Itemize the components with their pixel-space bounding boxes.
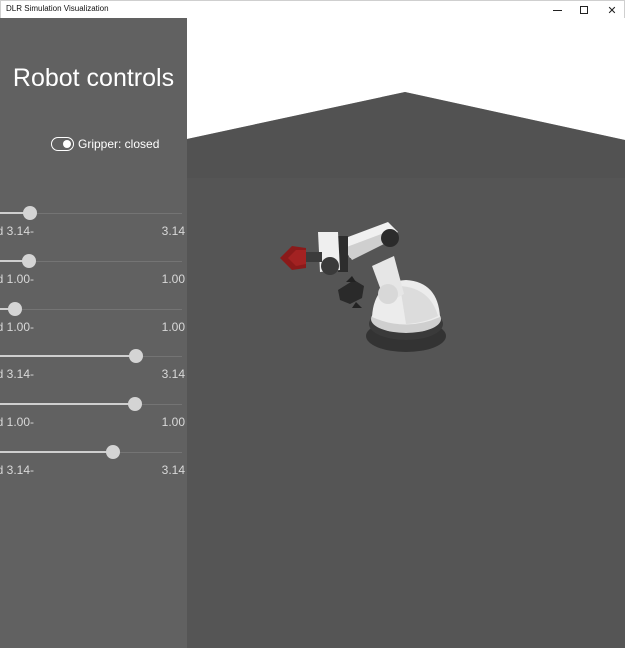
slider-thumb[interactable] [106,445,120,459]
panel-title: Robot controls [12,64,175,92]
slider-thumb[interactable] [129,349,143,363]
slider-min-label: -1.00 rad [0,272,34,286]
slider-joint-1[interactable]: -3.14 rad 3.14 [0,206,187,246]
slider-thumb[interactable] [22,254,36,268]
slider-joint-6[interactable]: -3.14 rad 3.14 [0,445,187,485]
slider-thumb[interactable] [23,206,37,220]
slider-fill [0,451,113,453]
slider-joint-4[interactable]: -3.14 rad 3.14 [0,349,187,389]
gripper-toggle-switch[interactable] [51,137,74,151]
maximize-button[interactable] [570,1,598,19]
slider-max-label: 1.00 [161,272,185,286]
gripper-toggle-label: Gripper: closed [78,137,160,151]
robot-controls-panel: Robot controls Gripper: closed -3.14 rad… [0,18,187,648]
slider-min-label: -1.00 rad [0,415,34,429]
minimize-icon [552,9,562,11]
slider-min-label: -3.14 rad [0,463,34,477]
slider-min-label: -3.14 rad [0,224,34,238]
slider-min-label: -1.00 rad [0,320,34,334]
slider-thumb[interactable] [128,397,142,411]
toggle-knob [63,140,71,148]
slider-max-label: 1.00 [161,320,185,334]
slider-thumb[interactable] [8,302,22,316]
slider-joint-2[interactable]: -1.00 rad 1.00 [0,254,187,294]
close-icon: ✕ [607,3,617,17]
slider-max-label: 3.14 [161,367,185,381]
slider-min-label: -3.14 rad [0,367,34,381]
slider-max-label: 3.14 [161,463,185,477]
slider-fill [0,355,136,357]
slider-fill [0,403,135,405]
slider-max-label: 3.14 [161,224,185,238]
slider-joint-5[interactable]: -1.00 rad 1.00 [0,397,187,437]
slider-max-label: 1.00 [161,415,185,429]
window-title-bar: DLR Simulation Visualization ✕ [0,0,625,18]
maximize-icon [580,6,588,14]
slider-joint-3[interactable]: -1.00 rad 1.00 [0,302,187,342]
close-button[interactable]: ✕ [598,1,625,19]
slider-track[interactable] [0,309,182,310]
gripper-toggle-row[interactable]: Gripper: closed [51,136,159,152]
window-title: DLR Simulation Visualization [6,4,109,13]
minimize-button[interactable] [543,1,571,19]
floor-horizon-shade [187,92,625,178]
